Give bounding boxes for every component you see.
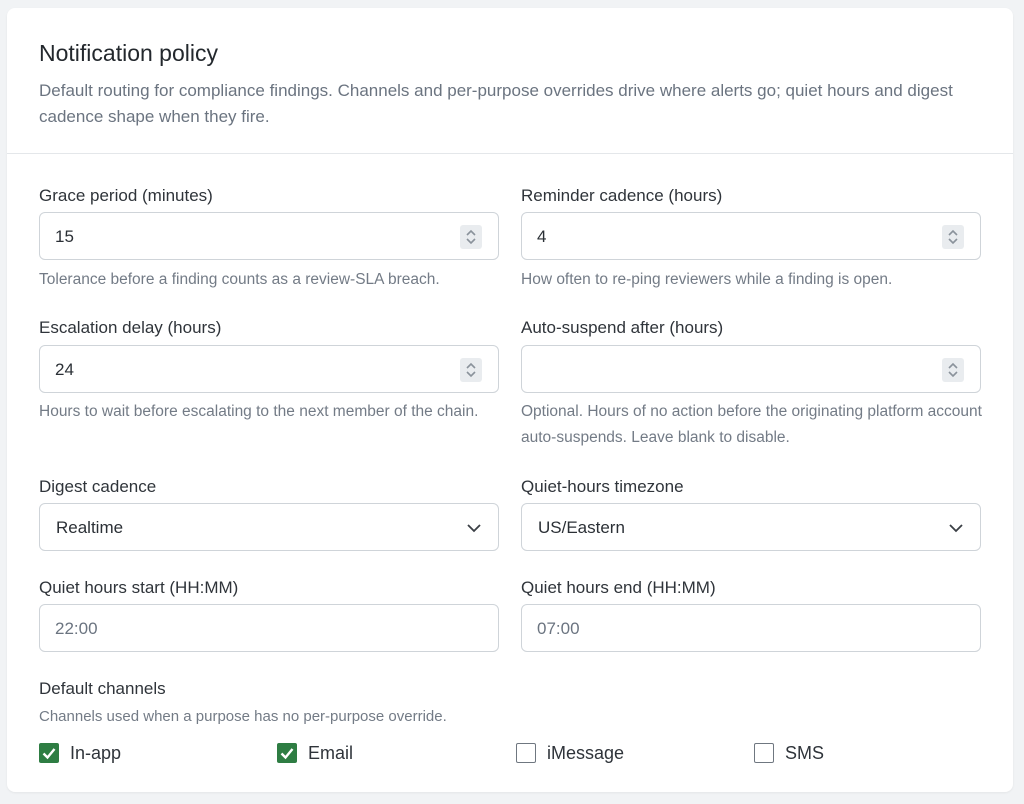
escalation-delay-label: Escalation delay (hours) <box>39 318 222 337</box>
stepper-icon <box>466 229 476 245</box>
quiet-start-input[interactable]: 22:00 <box>39 604 499 652</box>
stepper-icon <box>948 229 958 245</box>
digest-cadence-value: Realtime <box>56 518 124 537</box>
grace-period-label: Grace period (minutes) <box>39 186 213 205</box>
quiet-end-input[interactable]: 07:00 <box>521 604 981 652</box>
auto-suspend-stepper[interactable] <box>942 358 964 382</box>
auto-suspend-help: Optional. Hours of no action before the … <box>521 403 982 446</box>
grace-period-value: 15 <box>55 227 74 246</box>
escalation-delay-stepper[interactable] <box>460 358 482 382</box>
quiet-timezone-value: US/Eastern <box>538 518 625 537</box>
notification-policy-card: Notification policy Default routing for … <box>7 8 1013 792</box>
card-title: Notification policy <box>39 40 218 66</box>
card-description: Default routing for compliance findings.… <box>39 81 953 126</box>
default-channels-label: Default channels <box>39 679 166 698</box>
checkbox-checked-icon[interactable] <box>277 743 297 763</box>
channel-checkbox-group: In-app Email iMessage SMS <box>39 741 989 767</box>
digest-cadence-select[interactable]: Realtime <box>39 503 499 551</box>
stepper-icon <box>466 362 476 378</box>
quiet-timezone-select[interactable]: US/Eastern <box>521 503 981 551</box>
grace-period-help: Tolerance before a finding counts as a r… <box>39 271 440 288</box>
chevron-down-icon <box>467 524 481 533</box>
quiet-end-value: 07:00 <box>537 619 580 638</box>
quiet-timezone-label: Quiet-hours timezone <box>521 477 684 496</box>
channel-in-app-label: In-app <box>70 743 122 763</box>
quiet-start-label: Quiet hours start (HH:MM) <box>39 578 239 597</box>
checkbox-checked-icon[interactable] <box>39 743 59 763</box>
stepper-icon <box>948 362 958 378</box>
auto-suspend-input[interactable] <box>521 345 981 393</box>
checkbox-unchecked-icon[interactable] <box>754 743 774 763</box>
escalation-delay-input[interactable]: 24 <box>39 345 499 393</box>
digest-cadence-label: Digest cadence <box>39 477 157 496</box>
reminder-cadence-stepper[interactable] <box>942 225 964 249</box>
quiet-start-value: 22:00 <box>55 619 98 638</box>
chevron-down-icon <box>949 524 963 533</box>
auto-suspend-label: Auto-suspend after (hours) <box>521 318 724 337</box>
channel-imessage-label: iMessage <box>547 743 625 763</box>
escalation-delay-help: Hours to wait before escalating to the n… <box>39 403 479 420</box>
channel-email-label: Email <box>308 743 354 763</box>
escalation-delay-value: 24 <box>55 360 74 379</box>
channel-sms-label: SMS <box>785 743 825 763</box>
card-header: Notification policy Default routing for … <box>7 8 1013 154</box>
grace-period-stepper[interactable] <box>460 225 482 249</box>
reminder-cadence-help: How often to re-ping reviewers while a f… <box>521 271 893 288</box>
grace-period-input[interactable]: 15 <box>39 212 499 260</box>
checkbox-unchecked-icon[interactable] <box>516 743 536 763</box>
reminder-cadence-label: Reminder cadence (hours) <box>521 186 723 205</box>
reminder-cadence-value: 4 <box>537 227 547 246</box>
default-channels-help: Channels used when a purpose has no per-… <box>39 708 447 725</box>
quiet-end-label: Quiet hours end (HH:MM) <box>521 578 716 597</box>
reminder-cadence-input[interactable]: 4 <box>521 212 981 260</box>
